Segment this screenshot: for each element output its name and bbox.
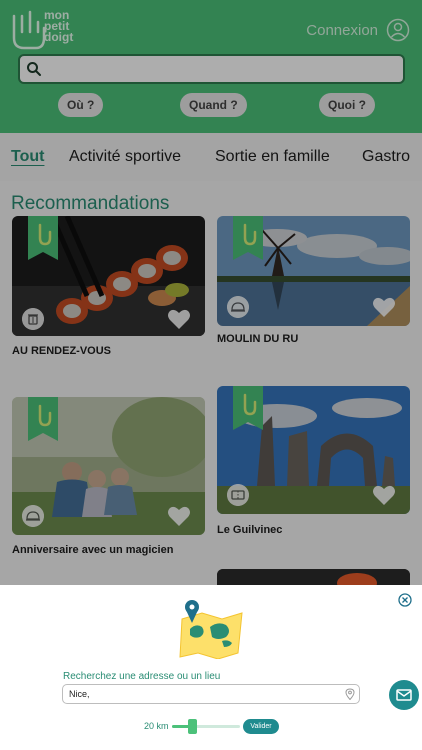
address-input[interactable] xyxy=(69,687,339,701)
mail-icon xyxy=(396,689,412,701)
validate-button[interactable]: Valider xyxy=(243,719,279,734)
distance-slider-thumb[interactable] xyxy=(187,719,197,734)
location-sheet: Recherchez une adresse ou un lieu 20 km … xyxy=(0,585,422,750)
contact-mail-button[interactable] xyxy=(389,680,419,710)
distance-label: 20 km xyxy=(144,721,169,731)
close-icon[interactable] xyxy=(398,593,412,607)
location-pin-icon[interactable] xyxy=(345,688,355,700)
address-label: Recherchez une adresse ou un lieu xyxy=(63,671,221,682)
modal-backdrop[interactable] xyxy=(0,0,422,585)
address-field[interactable] xyxy=(62,684,360,704)
map-illustration-icon xyxy=(179,600,243,659)
